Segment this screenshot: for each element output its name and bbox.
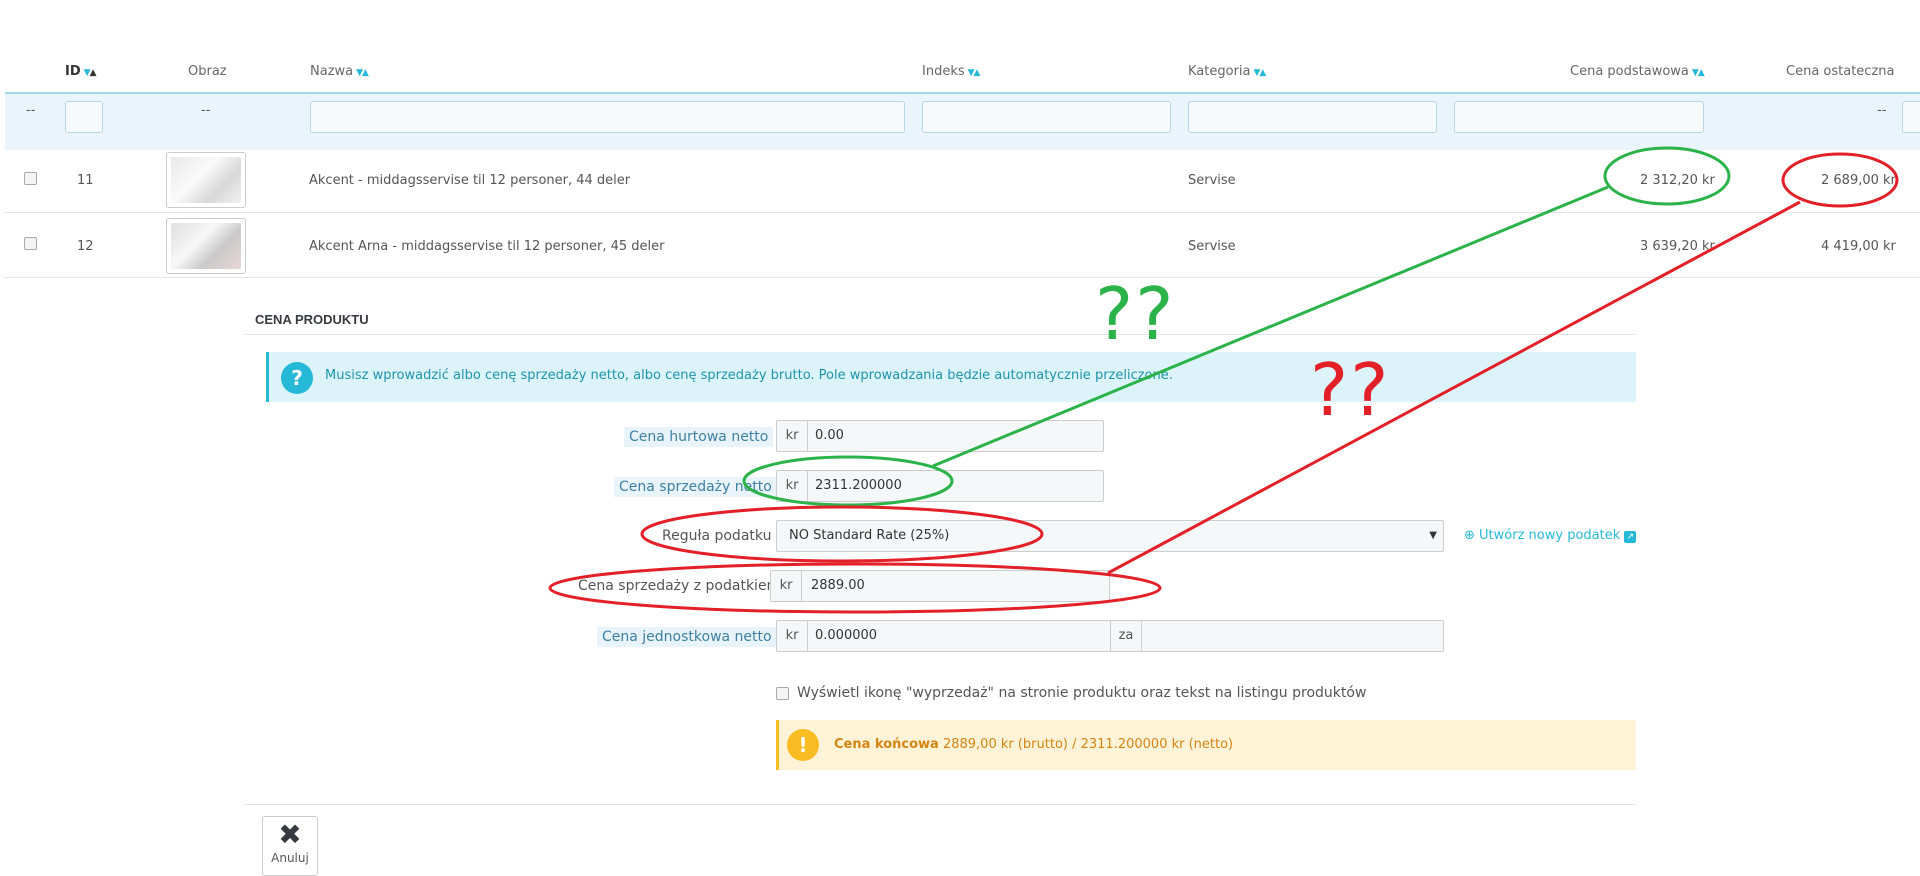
table-row[interactable]: [5, 148, 1920, 213]
info-alert: ? Musisz wprowadzić albo cenę sprzedaży …: [266, 352, 1636, 402]
create-tax-link[interactable]: ⊕ Utwórz nowy podatek ↗: [1464, 528, 1637, 543]
unit-per-addon: za: [1110, 621, 1142, 651]
col-header-image: Obraz: [188, 64, 227, 79]
net-price-field[interactable]: kr 2311.200000: [776, 470, 1104, 502]
currency-addon: kr: [771, 571, 802, 601]
col-header-reference[interactable]: Indeks ▼▲: [922, 64, 981, 79]
cancel-button-label: Anuluj: [271, 851, 309, 865]
plus-circle-icon: ⊕: [1464, 528, 1475, 543]
info-alert-text: Musisz wprowadzić albo cenę sprzedaży ne…: [325, 368, 1173, 383]
row-name: Akcent - middagsservise til 12 personer,…: [309, 173, 631, 188]
net-price-value: 2311.200000: [815, 478, 902, 493]
unit-price-value: 0.000000: [815, 628, 878, 643]
question-icon: ?: [281, 362, 313, 394]
sort-arrows-icon[interactable]: ▼▲: [1692, 68, 1705, 78]
currency-addon: kr: [777, 421, 808, 451]
final-price-alert: ! Cena końcowa 2889,00 kr (brutto) / 231…: [776, 720, 1636, 770]
divider: [245, 334, 1635, 335]
wholesale-price-label: Cena hurtowa netto: [624, 427, 774, 447]
col-header-category[interactable]: Kategoria ▼▲: [1188, 64, 1267, 79]
col-header-category-label: Kategoria: [1188, 64, 1251, 79]
row-base-price: 2 312,20 kr: [1640, 173, 1715, 188]
sort-arrows-icon[interactable]: ▼▲: [968, 68, 981, 78]
col-header-base-price-label: Cena podstawowa: [1570, 64, 1689, 79]
final-price-text: Cena końcowa 2889,00 kr (brutto) / 2311.…: [834, 737, 1233, 752]
final-price-detail: 2889,00 kr (brutto) / 2311.200000 kr (ne…: [942, 737, 1234, 752]
row-base-price: 3 639,20 kr: [1640, 239, 1715, 254]
currency-addon: kr: [777, 471, 808, 501]
currency-addon: kr: [777, 621, 808, 651]
sale-checkbox-label: Wyświetl ikonę "wyprzedaż" na stronie pr…: [797, 685, 1367, 701]
row-name: Akcent Arna - middagsservise til 12 pers…: [309, 239, 665, 254]
gross-price-label: Cena sprzedaży z podatkiem: [578, 578, 781, 594]
unit-price-label: Cena jednostkowa netto: [597, 627, 777, 647]
row-final-price: 2 689,00 kr: [1821, 173, 1896, 188]
exclamation-icon: !: [787, 729, 819, 761]
chevron-down-icon: ▼: [1429, 530, 1437, 541]
gross-price-field[interactable]: kr 2889.00: [770, 570, 1110, 602]
filter-reference-input[interactable]: [922, 101, 1171, 133]
tax-rule-value: NO Standard Rate (25%): [789, 528, 950, 543]
col-header-final-price: Cena ostateczna: [1786, 64, 1895, 79]
filter-base-price-input[interactable]: [1454, 101, 1704, 133]
unit-price-field[interactable]: kr 0.000000 za: [776, 620, 1444, 652]
filter-name-input[interactable]: [310, 101, 905, 133]
col-header-id[interactable]: ID ▼▲: [65, 64, 97, 79]
filter-placeholder-image: --: [201, 103, 211, 118]
filter-placeholder-select: --: [26, 103, 36, 118]
col-header-name[interactable]: Nazwa ▼▲: [310, 64, 369, 79]
wholesale-price-value: 0.00: [815, 428, 844, 443]
col-header-base-price[interactable]: Cena podstawowa ▼▲: [1570, 64, 1705, 79]
external-link-icon: ↗: [1624, 531, 1637, 543]
sort-arrows-icon[interactable]: ▼▲: [1254, 68, 1267, 78]
create-tax-link-label: Utwórz nowy podatek: [1479, 528, 1621, 543]
product-thumbnail[interactable]: [166, 152, 246, 208]
product-thumbnail[interactable]: [166, 218, 246, 274]
tax-rule-label: Reguła podatku: [662, 528, 772, 544]
filter-extra-input[interactable]: [1902, 101, 1920, 133]
row-id: 12: [77, 239, 94, 254]
filter-category-input[interactable]: [1188, 101, 1437, 133]
row-checkbox[interactable]: [24, 172, 37, 185]
sort-arrows-icon[interactable]: ▼▲: [356, 68, 369, 78]
sort-arrows-icon[interactable]: ▼▲: [84, 68, 97, 78]
sale-checkbox[interactable]: [776, 687, 789, 700]
col-header-id-label: ID: [65, 64, 81, 79]
row-id: 11: [77, 173, 94, 188]
row-final-price: 4 419,00 kr: [1821, 239, 1896, 254]
tax-rule-select[interactable]: NO Standard Rate (25%) ▼: [776, 520, 1444, 552]
filter-id-input[interactable]: [65, 101, 103, 133]
divider: [245, 804, 1635, 805]
cancel-button[interactable]: ✖ Anuluj: [262, 816, 318, 876]
col-header-name-label: Nazwa: [310, 64, 354, 79]
row-category: Servise: [1188, 239, 1236, 254]
green-question-marks: ??: [1095, 272, 1176, 356]
table-row[interactable]: [5, 213, 1920, 278]
close-icon: ✖: [278, 818, 302, 851]
filter-placeholder-final: --: [1877, 103, 1887, 118]
net-price-label: Cena sprzedaży netto: [614, 477, 777, 497]
row-checkbox[interactable]: [24, 237, 37, 250]
col-header-reference-label: Indeks: [922, 64, 965, 79]
final-price-bold: Cena końcowa: [834, 737, 939, 752]
wholesale-price-field[interactable]: kr 0.00: [776, 420, 1104, 452]
row-category: Servise: [1188, 173, 1236, 188]
gross-price-value: 2889.00: [811, 578, 865, 593]
red-question-marks: ??: [1310, 348, 1391, 432]
price-panel-title: CENA PRODUKTU: [255, 312, 369, 327]
